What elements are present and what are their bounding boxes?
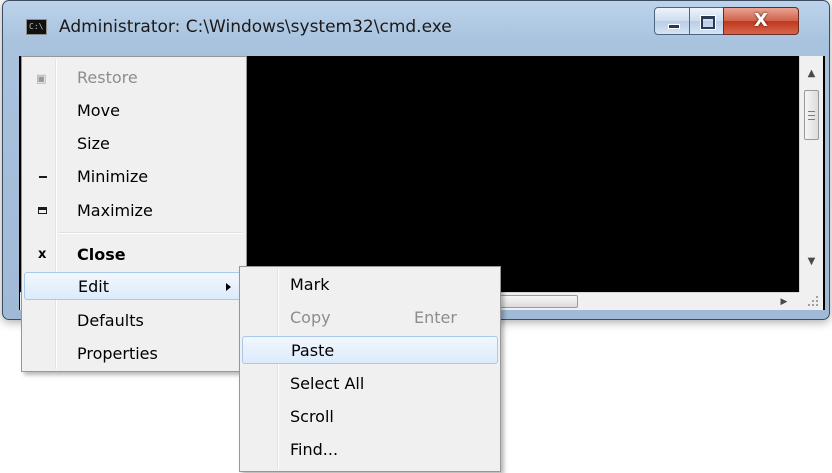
maximize-icon <box>700 15 716 30</box>
grip-line <box>808 115 815 116</box>
menu-separator <box>58 232 242 234</box>
minimize-button[interactable] <box>654 7 690 35</box>
scroll-right-arrow-icon[interactable]: ▶ <box>774 293 794 311</box>
submenu-item-copy[interactable]: Copy Enter <box>242 304 498 332</box>
menu-item-properties[interactable]: Properties <box>24 340 244 368</box>
vertical-scrollbar[interactable]: ▲ ▼ <box>799 56 823 292</box>
menu-item-size[interactable]: Size <box>24 130 244 158</box>
submenu-arrow-icon <box>226 283 231 291</box>
scroll-down-arrow-icon[interactable]: ▼ <box>800 252 823 272</box>
minimize-icon <box>39 176 47 178</box>
menu-item-defaults[interactable]: Defaults <box>24 307 244 335</box>
edit-submenu: Mark Copy Enter Paste Select All Scroll … <box>239 266 501 472</box>
close-icon: x <box>38 247 47 262</box>
maximize-button[interactable] <box>689 7 724 35</box>
system-menu: ▣ Restore Move Size Minimize Maximize x … <box>21 56 247 372</box>
minimize-icon <box>668 24 680 29</box>
menu-item-maximize[interactable]: Maximize <box>24 197 244 225</box>
horizontal-scroll-thumb[interactable] <box>490 295 578 308</box>
window-title: Administrator: C:\Windows\system32\cmd.e… <box>59 17 452 37</box>
submenu-item-find[interactable]: Find... <box>242 436 498 464</box>
scroll-up-arrow-icon[interactable]: ▲ <box>800 64 823 84</box>
close-button[interactable]: X <box>723 7 799 35</box>
restore-icon: ▣ <box>36 72 47 85</box>
cmd-icon[interactable]: C:\ <box>26 19 47 35</box>
menu-item-move[interactable]: Move <box>24 97 244 125</box>
menu-item-edit[interactable]: Edit <box>24 272 244 300</box>
grip-line <box>808 111 815 112</box>
maximize-icon <box>38 207 47 214</box>
submenu-item-select-all[interactable]: Select All <box>242 370 498 398</box>
menu-item-minimize[interactable]: Minimize <box>24 163 244 191</box>
submenu-item-mark[interactable]: Mark <box>242 271 498 299</box>
copy-shortcut: Enter <box>414 308 457 327</box>
submenu-item-scroll[interactable]: Scroll <box>242 403 498 431</box>
submenu-item-paste[interactable]: Paste <box>242 336 498 364</box>
menu-item-restore[interactable]: ▣ Restore <box>24 64 244 92</box>
close-icon: X <box>754 10 768 31</box>
vertical-scroll-thumb[interactable] <box>804 90 819 140</box>
grip-line <box>808 119 815 120</box>
resize-grip-icon[interactable] <box>799 292 823 310</box>
menu-item-close[interactable]: x Close <box>24 241 244 269</box>
